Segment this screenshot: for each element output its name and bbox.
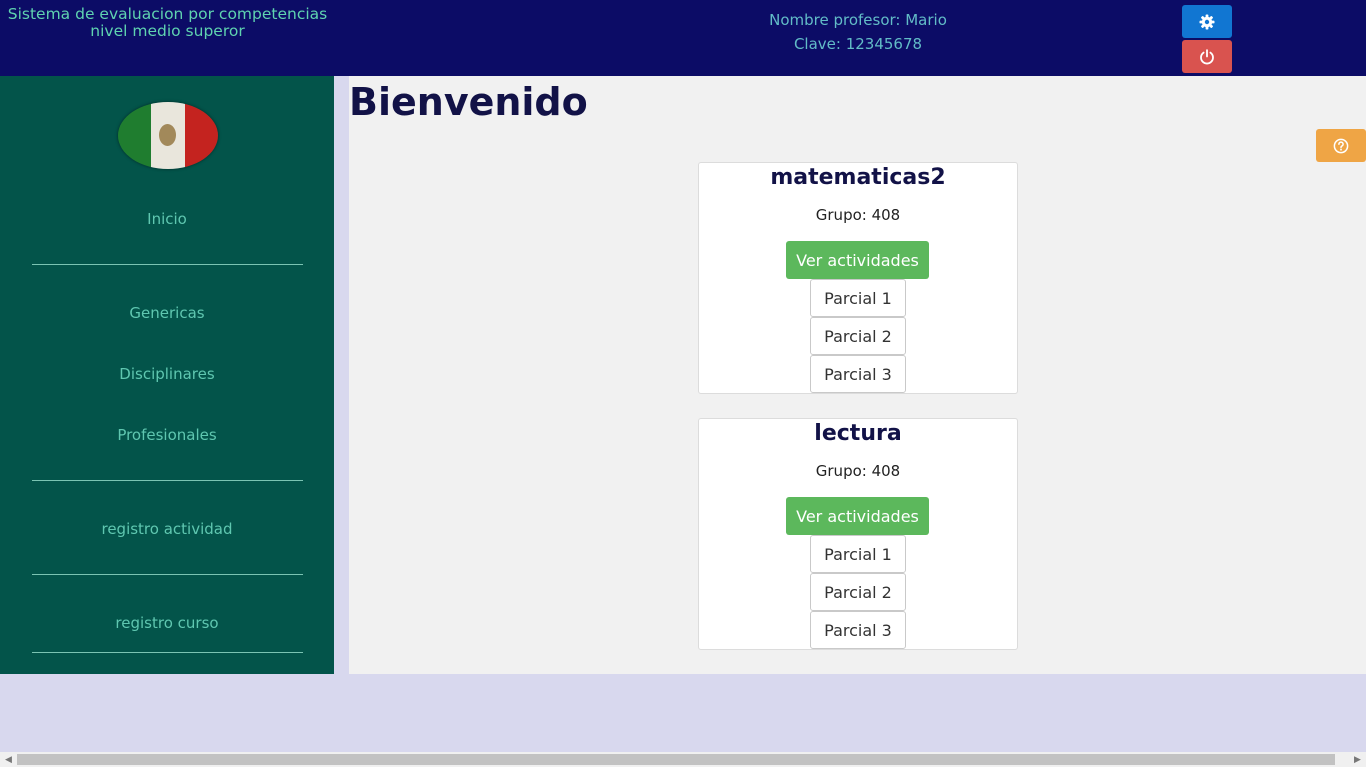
main-content: Bienvenido matematicas2 Grupo: 408 Ver a… [349,76,1366,674]
eagle-emblem-icon [159,124,177,146]
settings-button[interactable] [1182,5,1232,38]
course-title: lectura [814,421,902,446]
page-title: Bienvenido [349,80,588,124]
help-button[interactable] [1316,129,1366,162]
question-circle-icon [1333,138,1349,153]
app-title: Sistema de evaluacion por competencias n… [0,6,335,40]
course-group: Grupo: 408 [815,462,901,480]
sidebar-divider [32,264,303,265]
sidebar-item-genericas[interactable]: Genericas [0,304,334,322]
profesor-clave: Clave: 12345678 [793,35,923,53]
profesor-info: Nombre profesor: Mario Clave: 12345678 [720,8,996,56]
mexico-flag-logo [118,102,218,169]
parcial-3-button[interactable]: Parcial 3 [810,355,906,393]
sidebar: Inicio Genericas Disciplinares Profesion… [0,76,334,674]
power-icon [1200,48,1214,64]
parcial-1-button[interactable]: Parcial 1 [810,535,906,573]
parcial-2-button[interactable]: Parcial 2 [810,573,906,611]
horizontal-scrollbar[interactable]: ◀ ▶ [0,752,1366,767]
profesor-name: Nombre profesor: Mario [769,11,947,29]
course-title: matematicas2 [770,165,946,190]
parcial-2-button[interactable]: Parcial 2 [810,317,906,355]
sidebar-item-disciplinares[interactable]: Disciplinares [0,365,334,383]
top-bar: Sistema de evaluacion por competencias n… [0,0,1366,76]
scroll-left-arrow-icon[interactable]: ◀ [0,752,17,767]
sidebar-item-profesionales[interactable]: Profesionales [0,426,334,444]
app-title-line2: nivel medio superor [90,22,245,40]
parcial-1-button[interactable]: Parcial 1 [810,279,906,317]
sidebar-divider [32,480,303,481]
sidebar-item-inicio[interactable]: Inicio [0,210,334,228]
ver-actividades-button[interactable]: Ver actividades [786,241,929,279]
app-title-line1: Sistema de evaluacion por competencias [7,5,328,23]
course-card: matematicas2 Grupo: 408 Ver actividades … [698,162,1018,394]
sidebar-divider [32,652,303,653]
parcial-3-button[interactable]: Parcial 3 [810,611,906,649]
logout-button[interactable] [1182,40,1232,73]
gear-icon [1199,14,1215,29]
ver-actividades-button[interactable]: Ver actividades [786,497,929,535]
sidebar-item-registro-curso[interactable]: registro curso [0,614,334,632]
scroll-right-arrow-icon[interactable]: ▶ [1349,752,1366,767]
sidebar-divider [32,574,303,575]
course-card: lectura Grupo: 408 Ver actividades Parci… [698,418,1018,650]
sidebar-item-registro-actividad[interactable]: registro actividad [0,520,334,538]
course-group: Grupo: 408 [815,206,901,224]
scrollbar-thumb[interactable] [17,754,1335,765]
